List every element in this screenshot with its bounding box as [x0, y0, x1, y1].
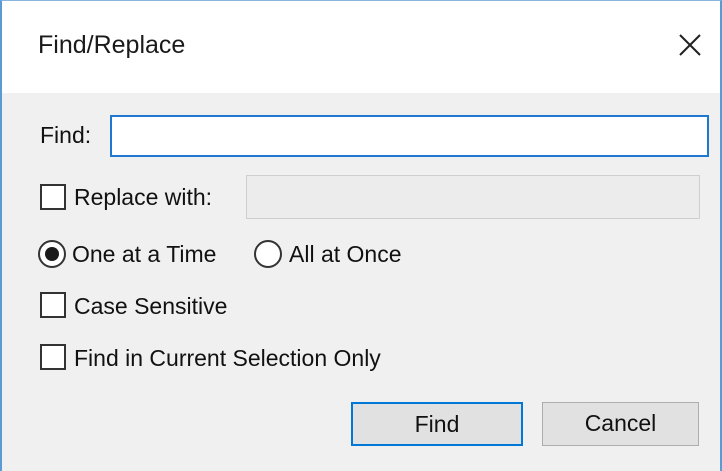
close-button[interactable]: [660, 17, 720, 77]
case-sensitive-checkbox[interactable]: [40, 292, 66, 318]
replace-with-label: Replace with:: [74, 184, 213, 210]
replace-with-checkbox[interactable]: [40, 184, 66, 210]
radio-all-at-once[interactable]: [254, 240, 282, 268]
close-icon: [679, 34, 701, 56]
find-button[interactable]: Find: [351, 402, 523, 446]
selection-only-label: Find in Current Selection Only: [74, 345, 381, 371]
radio-one-at-a-time[interactable]: [38, 240, 66, 268]
window-title: Find/Replace: [38, 31, 186, 59]
one-at-a-time-label: One at a Time: [72, 241, 217, 267]
cancel-button[interactable]: Cancel: [542, 402, 699, 446]
radio-selected-dot: [45, 247, 59, 261]
selection-only-checkbox[interactable]: [40, 344, 66, 370]
case-sensitive-label: Case Sensitive: [74, 293, 228, 319]
replace-input[interactable]: [246, 175, 700, 219]
find-label: Find:: [40, 122, 92, 148]
find-input[interactable]: [110, 115, 709, 157]
title-bar: Find/Replace: [2, 1, 720, 93]
find-replace-dialog: Find/Replace Find: Replace with: One at …: [0, 0, 722, 471]
all-at-once-label: All at Once: [289, 241, 402, 267]
